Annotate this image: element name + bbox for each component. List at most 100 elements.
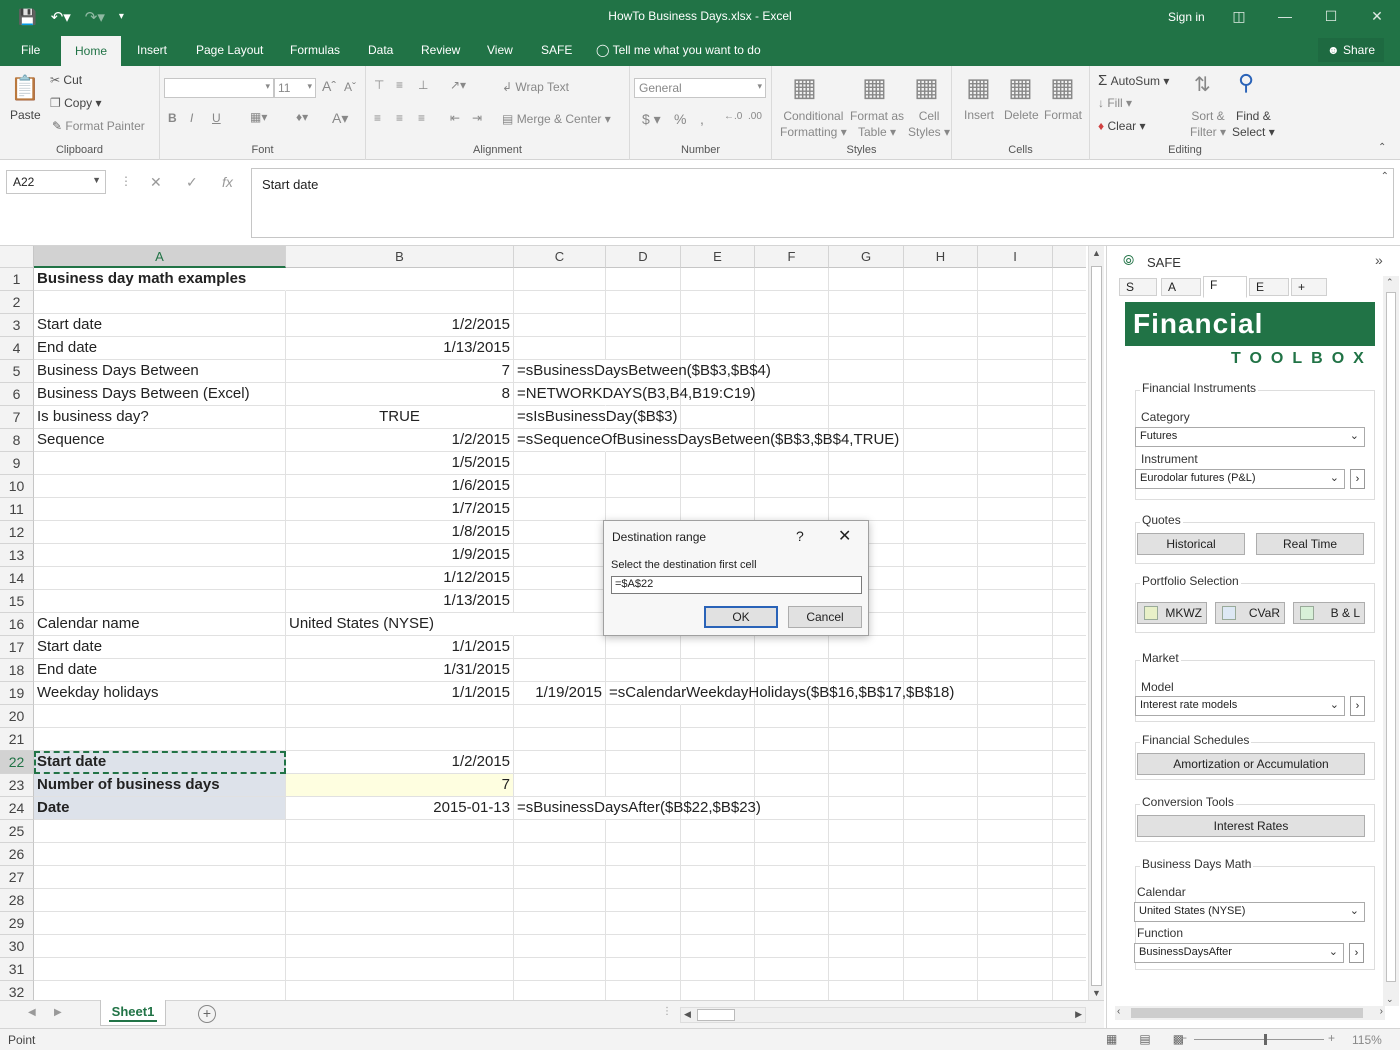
align-right-icon[interactable]: ≡ (418, 111, 425, 125)
cell-c23[interactable] (514, 774, 606, 797)
cell-g30[interactable] (829, 935, 904, 958)
cell-a5[interactable]: Business Days Between (34, 360, 286, 383)
cell-g28[interactable] (829, 889, 904, 912)
column-header-d[interactable]: D (606, 246, 681, 268)
middle-align-icon[interactable]: ≡ (396, 78, 403, 92)
cell-a10[interactable] (34, 475, 286, 498)
cell-h10[interactable] (904, 475, 978, 498)
column-header-g[interactable]: G (829, 246, 904, 268)
row-header-25[interactable]: 25 (0, 820, 34, 843)
cell-b19[interactable]: 1/1/2015 (286, 682, 514, 705)
prev-sheet-icon[interactable]: ◀ (28, 1007, 36, 1018)
cell-e9[interactable] (681, 452, 755, 475)
row-header-13[interactable]: 13 (0, 544, 34, 567)
cell-i25[interactable] (978, 820, 1053, 843)
cell-g24[interactable] (829, 797, 904, 820)
cell-i32[interactable] (978, 981, 1053, 1000)
cell-d1[interactable] (606, 268, 681, 291)
scroll-down-icon[interactable]: ▼ (1092, 988, 1101, 998)
cell-i30[interactable] (978, 935, 1053, 958)
column-header-f[interactable]: F (755, 246, 829, 268)
underline-icon[interactable]: U (212, 111, 221, 125)
cell-d11[interactable] (606, 498, 681, 521)
add-sheet-icon[interactable]: + (198, 1005, 216, 1023)
cell-b28[interactable] (286, 889, 514, 912)
cell-f27[interactable] (755, 866, 829, 889)
cell-h32[interactable] (904, 981, 978, 1000)
cell-f9[interactable] (755, 452, 829, 475)
cell-f32[interactable] (755, 981, 829, 1000)
cell-d32[interactable] (606, 981, 681, 1000)
cell-a4[interactable]: End date (34, 337, 286, 360)
cell-h9[interactable] (904, 452, 978, 475)
cell-i14[interactable] (978, 567, 1053, 590)
horizontal-scrollbar[interactable]: ◀ ▶ (680, 1007, 1086, 1023)
cell-c18[interactable] (514, 659, 606, 682)
cell-b29[interactable] (286, 912, 514, 935)
cell-e20[interactable] (681, 705, 755, 728)
row-header-19[interactable]: 19 (0, 682, 34, 705)
zoom-slider[interactable] (1194, 1034, 1324, 1045)
cell-c14[interactable] (514, 567, 606, 590)
comma-icon[interactable]: , (700, 111, 704, 127)
cell-c16[interactable] (514, 613, 606, 636)
cell-f3[interactable] (755, 314, 829, 337)
cell-d26[interactable] (606, 843, 681, 866)
cell-e27[interactable] (681, 866, 755, 889)
cell-e10[interactable] (681, 475, 755, 498)
cell-c22[interactable] (514, 751, 606, 774)
cell-g11[interactable] (829, 498, 904, 521)
cell-c25[interactable] (514, 820, 606, 843)
model-go-button[interactable]: › (1350, 696, 1365, 716)
cell-e3[interactable] (681, 314, 755, 337)
expand-formula-icon[interactable]: ⌃ (1381, 171, 1389, 182)
cell-d21[interactable] (606, 728, 681, 751)
cell-f1[interactable] (755, 268, 829, 291)
cell-i13[interactable] (978, 544, 1053, 567)
cell-a26[interactable] (34, 843, 286, 866)
cell-h5[interactable] (904, 360, 978, 383)
help-icon[interactable]: ? (796, 528, 804, 544)
row-header-32[interactable]: 32 (0, 981, 34, 1000)
cell-f6[interactable] (755, 383, 829, 406)
cell-i10[interactable] (978, 475, 1053, 498)
cell-b13[interactable]: 1/9/2015 (286, 544, 514, 567)
cell-a8[interactable]: Sequence (34, 429, 286, 452)
cell-a2[interactable] (34, 291, 286, 314)
cell-a3[interactable]: Start date (34, 314, 286, 337)
cell-f28[interactable] (755, 889, 829, 912)
cell-e31[interactable] (681, 958, 755, 981)
sign-in-link[interactable]: Sign in (1168, 10, 1205, 24)
cell-b16[interactable]: United States (NYSE) (286, 613, 514, 636)
cell-j3[interactable] (1053, 314, 1086, 337)
font-size-select[interactable]: 11 ▾ (274, 78, 316, 98)
cell-d18[interactable] (606, 659, 681, 682)
format-as-table-button[interactable]: Format as Table ▾ (850, 108, 904, 140)
cell-h4[interactable] (904, 337, 978, 360)
normal-view-icon[interactable]: ▦ (1106, 1032, 1117, 1046)
cell-f4[interactable] (755, 337, 829, 360)
tab-file[interactable]: File (21, 34, 40, 66)
cell-b32[interactable] (286, 981, 514, 1000)
cell-a32[interactable] (34, 981, 286, 1000)
cell-a21[interactable] (34, 728, 286, 751)
cell-c27[interactable] (514, 866, 606, 889)
tab-review[interactable]: Review (421, 34, 460, 66)
cell-h29[interactable] (904, 912, 978, 935)
cell-j4[interactable] (1053, 337, 1086, 360)
fill-color-icon[interactable]: ♦▾ (296, 110, 308, 124)
cell-d29[interactable] (606, 912, 681, 935)
format-cells-button[interactable]: Format (1044, 108, 1082, 122)
cell-d22[interactable] (606, 751, 681, 774)
top-align-icon[interactable]: ⊤ (374, 78, 384, 92)
align-center-icon[interactable]: ≡ (396, 111, 403, 125)
cell-b26[interactable] (286, 843, 514, 866)
italic-icon[interactable]: I (190, 111, 193, 125)
cell-c28[interactable] (514, 889, 606, 912)
cell-i16[interactable] (978, 613, 1053, 636)
row-header-16[interactable]: 16 (0, 613, 34, 636)
cell-c30[interactable] (514, 935, 606, 958)
cell-i11[interactable] (978, 498, 1053, 521)
cell-j31[interactable] (1053, 958, 1086, 981)
cell-c31[interactable] (514, 958, 606, 981)
